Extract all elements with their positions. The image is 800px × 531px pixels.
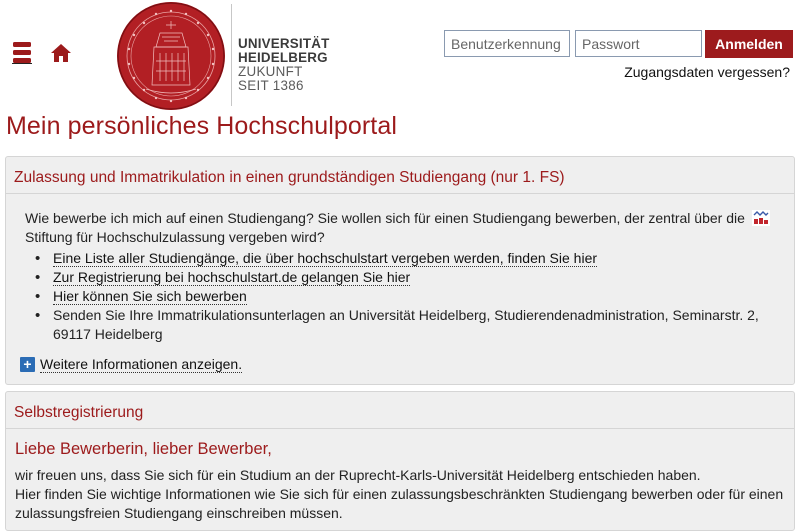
show-more-info-label: Weitere Informationen anzeigen. (40, 356, 243, 373)
list-item: Hier können Sie sich bewerben (25, 287, 779, 306)
login-button[interactable]: Anmelden (705, 30, 793, 58)
admission-intro: Wie bewerbe ich mich auf einen Studienga… (25, 210, 745, 245)
study-programs-list-link[interactable]: Eine Liste aller Studiengänge, die über … (53, 250, 598, 267)
list-item: Eine Liste aller Studiengänge, die über … (25, 249, 779, 268)
hochschulstart-registration-link[interactable]: Zur Registrierung bei hochschulstart.de … (53, 269, 411, 286)
admission-panel-header: Zulassung und Immatrikulation in einen g… (6, 157, 794, 194)
username-input[interactable] (444, 30, 570, 57)
list-item: Senden Sie Ihre Immatrikulationsunterlag… (25, 306, 779, 344)
plus-icon: + (20, 357, 35, 372)
forgot-credentials-link[interactable]: Zugangsdaten vergessen? (624, 64, 790, 80)
hochschulstart-logo-icon (752, 210, 770, 226)
password-input[interactable] (575, 30, 702, 57)
admission-panel: Zulassung und Immatrikulation in einen g… (5, 156, 795, 385)
show-more-info-toggle[interactable]: + Weitere Informationen anzeigen. (20, 356, 243, 373)
home-icon[interactable] (50, 43, 72, 63)
menu-icon[interactable] (11, 42, 33, 64)
documents-address-text: Senden Sie Ihre Immatrikulationsunterlag… (53, 307, 759, 342)
selfreg-panel: Selbstregistrierung Liebe Bewerberin, li… (5, 391, 795, 531)
selfreg-panel-title: Selbstregistrierung (14, 404, 144, 421)
page-title: Mein persönliches Hochschulportal (6, 112, 397, 140)
university-wordmark: UNIVERSITÄT HEIDELBERG ZUKUNFT SEIT 1386 (238, 37, 329, 93)
wordmark-line4: SEIT 1386 (238, 78, 304, 93)
admission-list: Eine Liste aller Studiengänge, die über … (25, 249, 779, 344)
wordmark-line1: UNIVERSITÄT (238, 36, 330, 51)
university-seal-logo (117, 2, 225, 110)
selfreg-intro: wir freuen uns, dass Sie sich für ein St… (15, 466, 785, 523)
logo-divider (231, 4, 232, 106)
page-header: UNIVERSITÄT HEIDELBERG ZUKUNFT SEIT 1386… (0, 0, 800, 110)
list-item: Zur Registrierung bei hochschulstart.de … (25, 268, 779, 287)
selfreg-text-line1: wir freuen uns, dass Sie sich für ein St… (15, 467, 701, 483)
selfreg-text-line2: Hier finden Sie wichtige Informationen w… (15, 486, 784, 521)
selfreg-panel-header: Selbstregistrierung (6, 392, 794, 429)
admission-panel-title: Zulassung und Immatrikulation in einen g… (14, 169, 565, 186)
wordmark-line3: ZUKUNFT (238, 64, 303, 79)
wordmark-line2: HEIDELBERG (238, 50, 328, 65)
apply-link[interactable]: Hier können Sie sich bewerben (53, 288, 247, 305)
selfreg-greeting: Liebe Bewerberin, lieber Bewerber, (15, 440, 272, 458)
